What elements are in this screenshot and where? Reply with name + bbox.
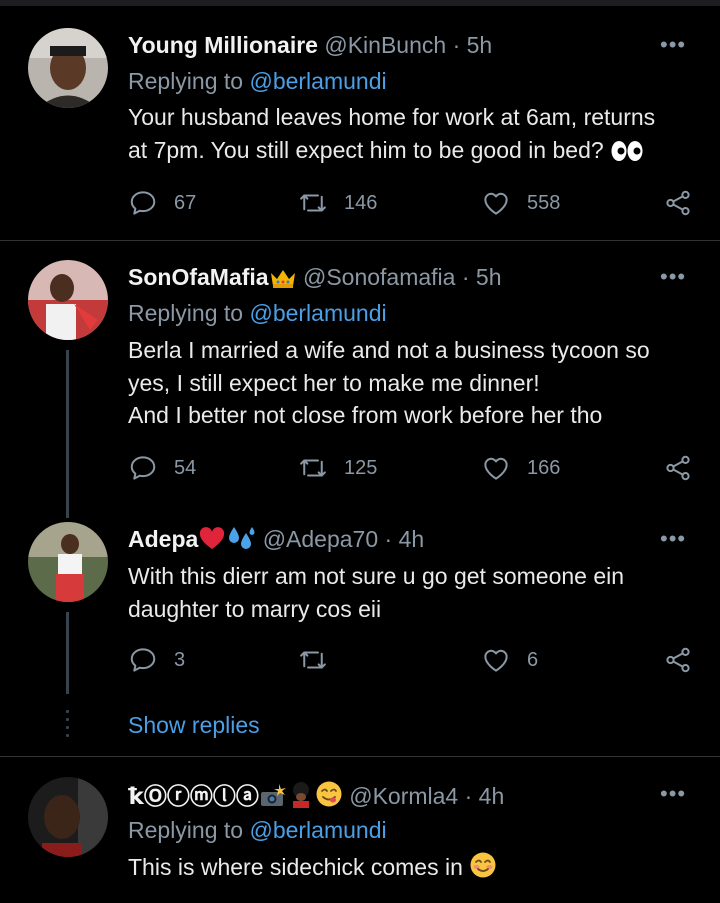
- timestamp[interactable]: · 5h: [453, 32, 493, 58]
- sweat-emoji: [226, 525, 256, 557]
- share-button[interactable]: [663, 187, 693, 219]
- replying-user-link[interactable]: @berlamundi: [249, 817, 386, 843]
- retweet-count: 125: [344, 456, 378, 479]
- tweet-text: With this dierr am not sure u go get som…: [128, 560, 708, 625]
- retweet-button[interactable]: [298, 644, 328, 676]
- avatar[interactable]: [28, 260, 108, 340]
- more-icon[interactable]: •••: [660, 264, 686, 290]
- reply-button[interactable]: 3: [128, 644, 185, 676]
- top-bar: [0, 0, 720, 6]
- display-name[interactable]: SonOfaMafia: [128, 264, 269, 290]
- crown-emoji: [269, 267, 297, 295]
- display-name[interactable]: ꝁⓄⓡⓜⓛⓐ: [128, 783, 259, 809]
- share-icon: [663, 645, 693, 675]
- tweet-actions: 67 146 558: [128, 187, 708, 219]
- like-button[interactable]: 6: [481, 644, 538, 676]
- more-icon[interactable]: •••: [660, 32, 686, 58]
- like-icon: [481, 453, 511, 483]
- reply-icon: [128, 188, 158, 218]
- like-button[interactable]: 166: [481, 452, 560, 484]
- reply-icon: [128, 453, 158, 483]
- tweet-line: With this dierr am not sure u go get som…: [128, 563, 625, 589]
- share-icon: [663, 453, 693, 483]
- divider: [0, 756, 720, 757]
- divider: [0, 240, 720, 241]
- avatar[interactable]: [28, 777, 108, 857]
- like-icon: [481, 188, 511, 218]
- user-handle[interactable]: @Kormla4: [349, 783, 458, 809]
- replying-to: Replying to @berlamundi: [128, 299, 387, 327]
- tweet-header: SonOfaMafia @Sonofamafia · 5h: [128, 263, 502, 295]
- replying-to: Replying to @berlamundi: [128, 816, 387, 844]
- replying-label: Replying to: [128, 817, 250, 843]
- tweet-header: ꝁⓄⓡⓜⓛⓐ @Kormla4 · 4h: [128, 780, 504, 814]
- retweet-icon: [298, 188, 328, 218]
- tweet-text: Berla I married a wife and not a busines…: [128, 334, 708, 432]
- display-name[interactable]: Young Millionaire: [128, 32, 318, 58]
- yum-emoji: [315, 780, 343, 814]
- reply-button[interactable]: 54: [128, 452, 196, 484]
- timestamp[interactable]: · 5h: [462, 264, 502, 290]
- tweet-line: daughter to marry cos eii: [128, 595, 382, 622]
- replying-label: Replying to: [128, 300, 250, 326]
- user-handle[interactable]: @Sonofamafia: [303, 264, 456, 290]
- reply-count: 67: [174, 191, 197, 214]
- retweet-count: 146: [344, 191, 378, 214]
- retweet-icon: [298, 453, 328, 483]
- smiling-emoji: [469, 851, 497, 888]
- thread-dots: [66, 710, 69, 742]
- like-count: 166: [527, 456, 561, 479]
- tweet-text: This is where sidechick comes in: [128, 851, 708, 888]
- replying-to: Replying to @berlamundi: [128, 67, 387, 95]
- share-button[interactable]: [663, 644, 693, 676]
- tweet-header: Adepa @Adepa70 · 4h: [128, 525, 424, 557]
- heart-emoji: [198, 527, 226, 557]
- retweet-button[interactable]: 125: [298, 452, 377, 484]
- tweet-line: Berla I married a wife and not a busines…: [128, 337, 650, 363]
- tweet-header: Young Millionaire @KinBunch · 5h: [128, 31, 492, 59]
- reply-icon: [128, 645, 158, 675]
- display-name[interactable]: Adepa: [128, 526, 198, 552]
- like-count: 558: [527, 191, 561, 214]
- tweet-line: Your husband leaves home for work at 6am…: [128, 104, 656, 130]
- user-handle[interactable]: @KinBunch: [324, 32, 446, 58]
- guard-emoji: [287, 782, 315, 814]
- camera-flash-emoji: [259, 784, 287, 814]
- tweet-line: yes, I still expect her to make me dinne…: [128, 369, 540, 396]
- avatar[interactable]: [28, 28, 108, 108]
- eyes-emoji: [610, 138, 644, 171]
- thread-line: [66, 350, 69, 518]
- like-button[interactable]: 558: [481, 187, 560, 219]
- tweet-actions: 3 6: [128, 644, 708, 676]
- reply-count: 54: [174, 456, 197, 479]
- more-icon[interactable]: •••: [660, 526, 686, 552]
- like-icon: [481, 645, 511, 675]
- user-handle[interactable]: @Adepa70: [263, 526, 378, 552]
- replying-user-link[interactable]: @berlamundi: [249, 68, 386, 94]
- thread-line: [66, 612, 69, 694]
- timestamp[interactable]: · 4h: [465, 783, 505, 809]
- avatar[interactable]: [28, 522, 108, 602]
- tweet-line: And I better not close from work before …: [128, 402, 603, 428]
- like-count: 6: [527, 648, 539, 671]
- retweet-button[interactable]: 146: [298, 187, 377, 219]
- tweet-line: at 7pm. You still expect him to be good …: [128, 136, 604, 163]
- replying-user-link[interactable]: @berlamundi: [249, 300, 386, 326]
- more-icon[interactable]: •••: [660, 781, 686, 807]
- reply-button[interactable]: 67: [128, 187, 196, 219]
- share-icon: [663, 188, 693, 218]
- reply-count: 3: [174, 648, 186, 671]
- tweet-text: Your husband leaves home for work at 6am…: [128, 101, 708, 170]
- timestamp[interactable]: · 4h: [385, 526, 425, 552]
- tweet-line: This is where sidechick comes in: [128, 854, 463, 880]
- tweet-actions: 54 125 166: [128, 452, 708, 484]
- share-button[interactable]: [663, 452, 693, 484]
- show-replies-link[interactable]: Show replies: [128, 712, 260, 739]
- retweet-icon: [298, 645, 328, 675]
- replying-label: Replying to: [128, 68, 250, 94]
